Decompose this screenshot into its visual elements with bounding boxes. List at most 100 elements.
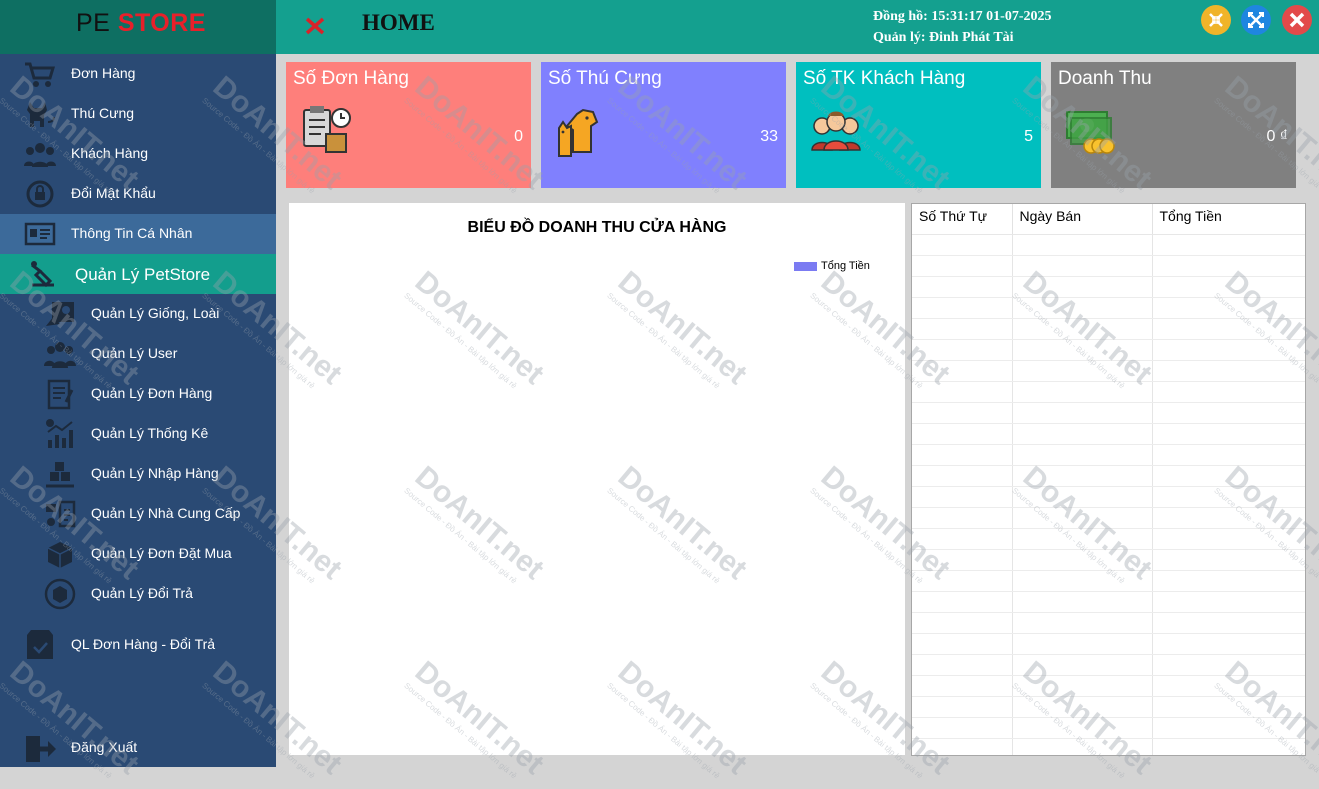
sidebar-subitem-label: Quản Lý Giống, Loài [91,305,220,321]
customers-icon [24,143,56,167]
card-value: 33 [760,128,778,145]
table-row[interactable] [912,675,1305,697]
table-cell [1012,255,1153,277]
table-row[interactable] [912,549,1305,571]
sidebar-item-khach-hang[interactable]: Khách Hàng [0,134,276,174]
legend-label: Tổng Tiền [821,260,870,272]
manager-text: Quản lý: Đinh Phát Tài [873,30,1014,45]
table-row[interactable] [912,297,1305,319]
column-header-tong-tien[interactable]: Tổng Tiền [1152,204,1305,235]
sidebar-subitem-don-hang[interactable]: Quản Lý Đơn Hàng [0,374,276,414]
sidebar-subitem-nha-cung-cap[interactable]: Quản Lý Nhà Cung Cấp [0,494,276,534]
column-header-ngay-ban[interactable]: Ngày Bán [1012,204,1153,235]
order-clipboard-icon [303,106,351,153]
table-row[interactable] [912,591,1305,613]
table-cell [912,444,1013,466]
sidebar-item-dang-xuat[interactable]: Đăng Xuất [0,728,276,768]
table-cell [912,507,1013,529]
card-value: 5 [1024,128,1033,145]
sidebar-subitem-giong-loai[interactable]: Quản Lý Giống, Loài [0,294,276,334]
sidebar-subitem-don-dat-mua[interactable]: Quản Lý Đơn Đặt Mua [0,534,276,574]
table-row[interactable] [912,696,1305,718]
close-icon[interactable] [304,14,326,36]
password-icon [26,180,54,208]
table-cell [1012,339,1153,361]
sidebar-item-label: Đơn Hàng [71,65,136,81]
minimize-button[interactable] [1201,5,1231,35]
sidebar-item-label: Khách Hàng [71,145,149,161]
table-row[interactable] [912,486,1305,508]
table-row[interactable] [912,255,1305,277]
table-row[interactable] [912,276,1305,298]
table-row[interactable] [912,654,1305,676]
sidebar-item-thong-tin-ca-nhan[interactable]: Thông Tin Cá Nhân [0,214,276,254]
users-icon [44,342,76,368]
table-row[interactable] [912,528,1305,550]
table-cell [912,234,1013,256]
sidebar-item-don-hang[interactable]: Đơn Hàng [0,54,276,94]
sidebar-subitem-thong-ke[interactable]: Quản Lý Thống Kê [0,414,276,454]
legend-swatch [794,261,817,271]
close-window-button[interactable] [1282,5,1312,35]
dog-cat-icon [558,108,599,157]
page-title: HOME [362,10,435,35]
table-row[interactable] [912,612,1305,634]
table-row[interactable] [912,381,1305,403]
maximize-button[interactable] [1241,5,1271,35]
table-row[interactable] [912,507,1305,529]
card-title: Số Đơn Hàng [293,68,409,89]
table-cell [912,318,1013,340]
pet-icon [27,102,55,127]
sidebar-subitem-user[interactable]: Quản Lý User [0,334,276,374]
sidebar-subitem-nhap-hang[interactable]: Quản Lý Nhập Hàng [0,454,276,494]
sidebar-subitem-label: Quản Lý User [91,345,178,361]
table-row[interactable] [912,570,1305,592]
table-row[interactable] [912,360,1305,382]
card-so-thu-cung: Số Thú Cưng 33 [541,62,786,188]
logo: PE STORE [0,0,276,54]
table-row[interactable] [912,738,1305,755]
table-cell [1152,570,1305,592]
logo-part2: STORE [117,9,206,37]
table-row[interactable] [912,234,1305,256]
sidebar-item-thu-cung[interactable]: Thú Cưng [0,94,276,134]
card-title: Số Thú Cưng [548,68,662,89]
logo-text: PE STORE [76,9,206,38]
table-row[interactable] [912,423,1305,445]
table-cell [912,654,1013,676]
table-cell [1152,486,1305,508]
table-cell [1012,318,1153,340]
table-cell [1012,276,1153,298]
card-so-tk-khach-hang: Số TK Khách Hàng 5 [796,62,1041,188]
revenue-chart: BIỂU ĐỒ DOANH THU CỬA HÀNG Tổng Tiền [289,203,905,755]
sidebar-item-ql-don-hang-doi-tra[interactable]: QL Đơn Hàng - Đổi Trả [0,625,276,665]
sidebar-item-doi-mat-khau[interactable]: Đổi Mật Khẩu [0,174,276,214]
sales-table[interactable]: Số Thứ Tự Ngày Bán Tổng Tiền [911,203,1306,756]
section-quan-ly-petstore[interactable]: Quản Lý PetStore [0,254,276,294]
sidebar-subitem-label: Quản Lý Đơn Hàng [91,385,213,401]
table-row[interactable] [912,465,1305,487]
table-cell [1152,465,1305,487]
table-row[interactable] [912,339,1305,361]
card-value: 0 ₫ [1266,128,1288,145]
maximize-icon [1248,12,1264,28]
table-row[interactable] [912,402,1305,424]
table-row[interactable] [912,633,1305,655]
table-cell [1012,738,1153,755]
table-cell [1152,675,1305,697]
table-row[interactable] [912,444,1305,466]
cart-icon [25,62,56,87]
sidebar-subitem-doi-tra[interactable]: Quản Lý Đổi Trả [0,574,276,614]
table-cell [1012,507,1153,529]
table-cell [1152,255,1305,277]
supplier-icon [46,500,76,528]
stats-icon [46,419,73,448]
logout-icon [26,736,56,762]
table-cell [912,591,1013,613]
table-cell [1012,528,1153,550]
card-title: Số TK Khách Hàng [803,68,966,89]
table-row[interactable] [912,717,1305,739]
table-cell [1012,444,1153,466]
column-header-so-thu-tu[interactable]: Số Thứ Tự [912,204,1013,235]
table-row[interactable] [912,318,1305,340]
